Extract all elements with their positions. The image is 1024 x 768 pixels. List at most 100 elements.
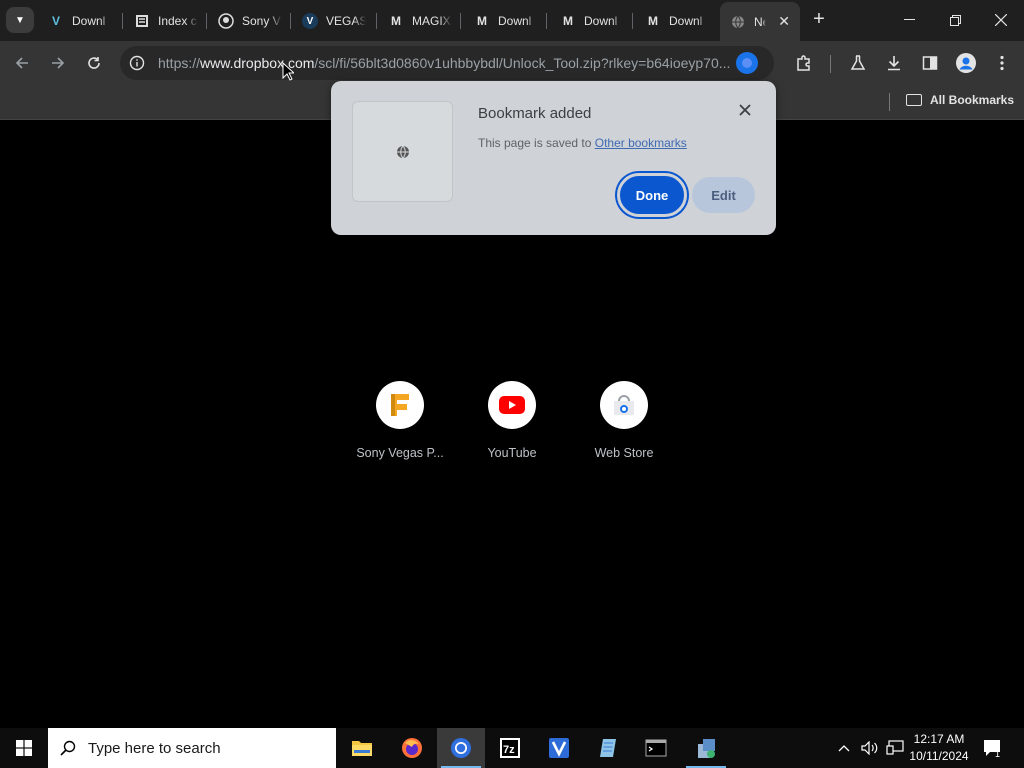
svg-text:7z: 7z [503,744,515,756]
chevron-up-icon [838,745,850,752]
notification-center-button[interactable]: 1 [982,738,1004,763]
browser-toolbar: https://www.dropbox.com/scl/fi/56blt3d08… [0,41,1024,85]
labs-button[interactable] [846,51,870,75]
tab-divider [546,13,547,29]
search-icon [48,740,88,756]
reload-button[interactable] [82,51,106,75]
tab-1[interactable]: V Downl [48,6,112,36]
tab-8[interactable]: M Downl [645,6,709,36]
flask-icon [850,55,866,70]
side-panel-button[interactable] [918,51,942,75]
tab-title: Downl [498,14,532,28]
profile-button[interactable] [954,51,978,75]
url-host: www.dropbox.com [200,55,315,71]
network-icon [886,740,904,755]
webstore-icon [600,381,648,429]
youtube-icon [488,381,536,429]
globe-icon [396,145,409,158]
close-tab-icon[interactable]: ✕ [778,13,790,30]
notification-icon: 1 [984,740,1000,759]
notepad-icon [600,739,616,757]
address-bar[interactable]: https://www.dropbox.com/scl/fi/56blt3d08… [120,46,774,80]
restore-icon [949,14,961,26]
taskbar-file-explorer[interactable] [338,728,386,768]
bookmarks-divider [889,93,890,111]
taskbar-notepad[interactable] [584,728,632,768]
url-text[interactable]: https://www.dropbox.com/scl/fi/56blt3d08… [154,55,734,71]
edit-button[interactable]: Edit [692,177,755,213]
firefox-icon [402,738,422,758]
url-path: /scl/fi/56blt3d0860v1uhbbybdl/Unlock_Too… [314,55,731,71]
tab-5[interactable]: M MAGIX [388,6,452,36]
show-hidden-icons-button[interactable] [838,728,850,768]
magix-icon: M [391,14,401,28]
minimize-button[interactable] [886,0,932,40]
taskbar-terminal[interactable] [632,728,680,768]
extensions-button[interactable] [792,51,816,75]
taskbar-search-box[interactable]: Type here to search [48,728,336,768]
network-button[interactable] [886,728,904,768]
done-button[interactable]: Done [617,173,687,217]
index-icon [134,13,150,29]
site-info-icon[interactable] [120,55,154,71]
close-icon [995,14,1007,26]
forward-button[interactable] [46,51,70,75]
tab-divider [206,13,207,29]
tab-title: Downl [584,14,618,28]
bookmark-star-icon[interactable] [736,52,758,74]
shortcut-youtube[interactable]: YouTube [456,381,568,460]
magix-icon: M [563,14,573,28]
taskbar: Type here to search 7z 12:17 AM 10/11/20… [0,728,1024,768]
tab-3[interactable]: Sony V [218,6,282,36]
restore-button[interactable] [932,0,978,40]
tab-4[interactable]: V VEGAS [302,6,366,36]
globe-icon [730,14,746,30]
tab-search-button[interactable]: ▼ [6,7,34,33]
start-button[interactable] [0,728,48,768]
close-window-button[interactable] [978,0,1024,40]
shortcut-label: Web Store [594,446,654,460]
new-tab-button[interactable]: + [809,8,829,32]
tab-6[interactable]: M Downl [474,6,538,36]
arrow-right-icon [52,57,65,69]
system-clock[interactable]: 12:17 AM 10/11/2024 [904,731,974,765]
terminal-icon [645,739,667,757]
chrome-icon [451,738,471,758]
menu-button[interactable] [990,51,1014,75]
magix-icon: M [648,14,658,28]
taskbar-7zip[interactable]: 7z [486,728,534,768]
tab-divider [122,13,123,29]
volume-button[interactable] [861,728,879,768]
chevron-down-icon: ▼ [15,14,25,26]
tab-title: Sony V [242,14,281,28]
puzzle-icon [797,55,810,71]
tab-7[interactable]: M Downl [560,6,624,36]
arrow-left-icon [15,57,28,69]
tab-divider [290,13,291,29]
side-panel-icon [922,56,938,70]
taskbar-vegas[interactable] [535,728,583,768]
dialog-title: Bookmark added [478,105,592,122]
shortcut-web-store[interactable]: Web Store [568,381,680,460]
other-bookmarks-link[interactable]: Other bookmarks [595,136,687,150]
back-button[interactable] [10,51,34,75]
tab-active[interactable]: Ne ✕ [720,2,800,41]
reload-icon [88,57,100,69]
tab-2[interactable]: Index c [134,6,198,36]
close-dialog-button[interactable] [739,103,751,121]
close-icon [739,104,751,116]
installer-icon [698,739,715,758]
folder-icon [906,94,922,106]
download-icon [888,56,900,71]
taskbar-chrome[interactable] [437,728,485,768]
tab-divider [632,13,633,29]
tab-title: VEGAS [326,14,366,28]
shortcut-sony-vegas[interactable]: Sony Vegas P... [344,381,456,460]
tab-title: MAGIX [412,14,451,28]
all-bookmarks-button[interactable]: All Bookmarks [906,93,1014,107]
downloads-button[interactable] [882,51,906,75]
taskbar-installer[interactable] [682,728,730,768]
saved-to-text: This page is saved to [478,136,595,150]
taskbar-firefox[interactable] [388,728,436,768]
more-vert-icon [1000,55,1004,71]
